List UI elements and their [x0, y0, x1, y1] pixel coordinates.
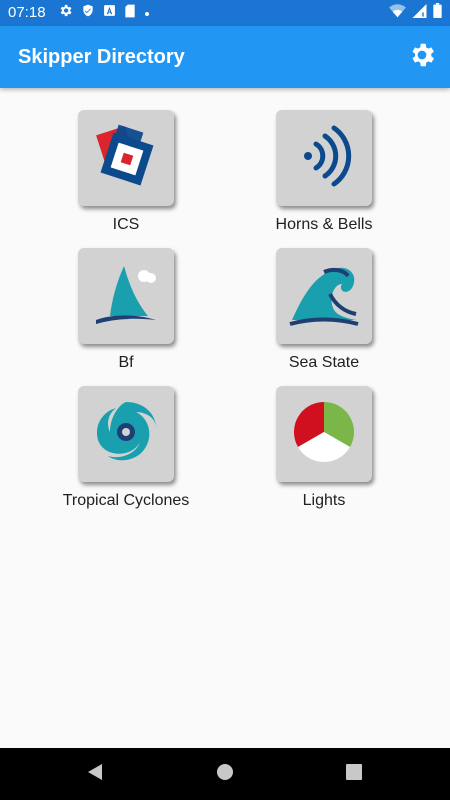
tile-label: Horns & Bells — [275, 216, 373, 233]
tile-icon-frame — [276, 248, 372, 344]
tile-sea-state[interactable]: Sea State — [234, 248, 414, 372]
back-icon — [86, 763, 104, 786]
tile-horns-bells[interactable]: Horns & Bells — [234, 110, 414, 234]
tile-bf[interactable]: Bf — [36, 248, 216, 372]
status-bar: 07:18 — [0, 0, 450, 26]
tile-icon-frame — [276, 110, 372, 206]
dot-icon — [144, 4, 150, 22]
signal-icon — [412, 3, 427, 23]
home-button[interactable] — [213, 762, 237, 786]
recents-button[interactable] — [342, 762, 366, 786]
tile-icon-frame — [78, 110, 174, 206]
status-notification-icons — [58, 3, 150, 23]
battery-icon — [433, 3, 442, 23]
app-title: Skipper Directory — [18, 46, 185, 68]
app-bar: Skipper Directory — [0, 26, 450, 88]
gear-icon — [58, 3, 73, 23]
shield-icon — [81, 3, 95, 23]
wifi-icon — [389, 3, 406, 23]
a-icon — [103, 4, 116, 22]
ics-flag-icon — [86, 116, 166, 201]
tile-ics[interactable]: ICS — [36, 110, 216, 234]
back-button[interactable] — [83, 762, 107, 786]
tile-label: Tropical Cyclones — [62, 492, 190, 509]
sd-card-icon — [124, 4, 136, 23]
tile-lights[interactable]: Lights — [234, 386, 414, 510]
home-icon — [216, 763, 234, 786]
tile-icon-frame — [78, 386, 174, 482]
gear-icon — [407, 40, 437, 75]
tile-label: ICS — [112, 216, 140, 233]
status-system-icons — [389, 3, 442, 23]
navigation-bar — [0, 748, 450, 800]
tile-label: Bf — [118, 354, 134, 371]
sail-wave-icon — [86, 254, 166, 339]
recents-icon — [346, 763, 362, 785]
settings-button[interactable] — [404, 39, 440, 75]
breaking-wave-icon — [284, 254, 364, 339]
tile-icon-frame — [78, 248, 174, 344]
status-time: 07:18 — [8, 4, 46, 21]
cyclone-icon — [86, 392, 166, 477]
tile-icon-frame — [276, 386, 372, 482]
tile-tropical-cyclones[interactable]: Tropical Cyclones — [36, 386, 216, 510]
tile-label: Lights — [302, 492, 346, 509]
tile-label: Sea State — [288, 354, 360, 371]
navigation-lights-icon — [284, 392, 364, 477]
sound-waves-icon — [284, 116, 364, 201]
